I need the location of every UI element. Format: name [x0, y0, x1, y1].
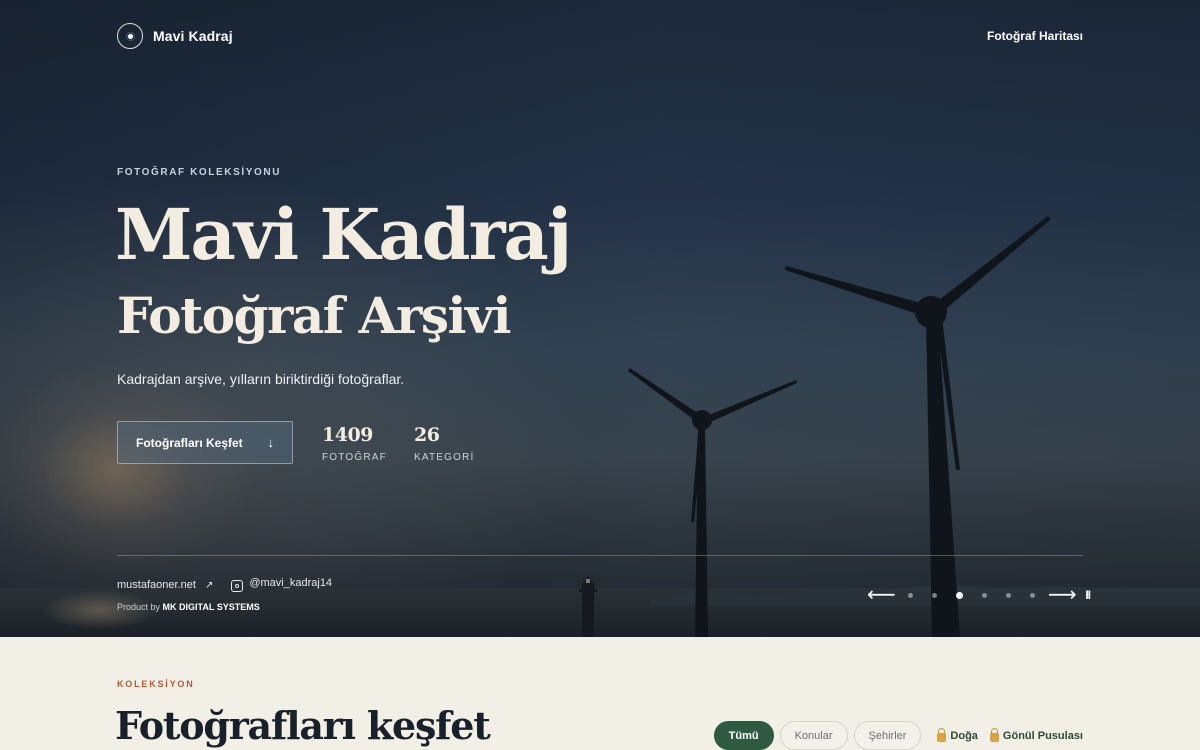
slide-dot[interactable] [982, 592, 988, 598]
external-link-icon: ↗ [204, 579, 214, 591]
hero-section: Mavi Kadraj Fotoğraf Haritası FOTOĞRAF K… [0, 0, 1200, 637]
photo-count-value: 1409 [322, 424, 373, 446]
arrow-right-icon[interactable]: ⟶ [1047, 585, 1077, 605]
arrow-down-icon: ↓ [267, 435, 275, 450]
category-count-label: KATEGORİ [414, 452, 475, 463]
slide-dot[interactable] [908, 592, 914, 598]
explore-photos-label: Fotoğrafları Keşfet [136, 435, 243, 450]
hero-subtitle: Fotoğraf Arşivi [117, 286, 512, 345]
top-navigation: Mavi Kadraj Fotoğraf Haritası [117, 22, 1083, 50]
collection-filters: Tümü Konular Şehirler Doğa Gönül Pusulas… [713, 721, 1083, 750]
brand-name: Mavi Kadraj [153, 28, 233, 44]
product-credit: Product by MK DIGITAL SYSTEMS [117, 602, 260, 612]
photo-count-label: FOTOĞRAF [322, 452, 387, 463]
lighthouse-silhouette [579, 576, 597, 637]
instagram-handle: @mavi_kadraj14 [249, 577, 333, 589]
lock-icon [937, 727, 947, 742]
instagram-icon [231, 580, 244, 592]
filter-cities-chip[interactable]: Şehirler [853, 721, 922, 750]
social-links: mustafaoner.net ↗ @mavi_kadraj14 [117, 577, 332, 592]
large-turbine-silhouette [785, 216, 1051, 637]
explore-photos-button[interactable]: Fotoğrafları Keşfet ↓ [117, 421, 293, 464]
category-count-stat: 26 KATEGORİ [414, 424, 475, 463]
slide-dot-active[interactable] [956, 591, 964, 599]
slide-dot[interactable] [932, 592, 938, 598]
product-prefix: Product by [117, 602, 161, 612]
instagram-link[interactable]: @mavi_kadraj14 [231, 577, 332, 592]
product-company: MK DIGITAL SYSTEMS [162, 602, 260, 612]
filter-all-chip[interactable]: Tümü [713, 721, 774, 750]
collection-title: Fotoğrafları keşfet [115, 703, 491, 748]
hero-divider [117, 555, 1083, 556]
website-link[interactable]: mustafaoner.net ↗ [117, 579, 213, 591]
pause-icon[interactable]: II [1085, 588, 1091, 602]
hero-title: Mavi Kadraj [115, 193, 572, 276]
slide-dot[interactable] [1006, 592, 1012, 598]
slider-controls: ⟵ ⟶ II [866, 585, 1091, 605]
category-count-value: 26 [414, 424, 440, 446]
hero-eyebrow: FOTOĞRAF KOLEKSİYONU [117, 167, 282, 178]
locked-filter-compass[interactable]: Gönül Pusulası [989, 727, 1083, 742]
photo-map-link[interactable]: Fotoğraf Haritası [987, 29, 1083, 43]
brand-logo-link[interactable]: Mavi Kadraj [117, 23, 233, 49]
locked-filter-compass-label: Gönül Pusulası [1002, 729, 1083, 742]
lock-icon [989, 727, 999, 742]
locked-filter-nature[interactable]: Doğa [937, 727, 978, 742]
locked-filter-nature-label: Doğa [950, 729, 978, 742]
collection-label: KOLEKSİYON [117, 679, 195, 689]
photo-count-stat: 1409 FOTOĞRAF [322, 424, 387, 463]
hero-tagline: Kadrajdan arşive, yılların biriktirdiği … [117, 371, 405, 387]
filter-topics-chip[interactable]: Konular [779, 721, 848, 750]
slide-indicators [908, 591, 1036, 599]
arrow-left-icon[interactable]: ⟵ [866, 585, 896, 605]
camera-lens-icon [117, 23, 143, 49]
slide-dot[interactable] [1030, 592, 1036, 598]
website-link-label: mustafaoner.net [117, 578, 196, 591]
